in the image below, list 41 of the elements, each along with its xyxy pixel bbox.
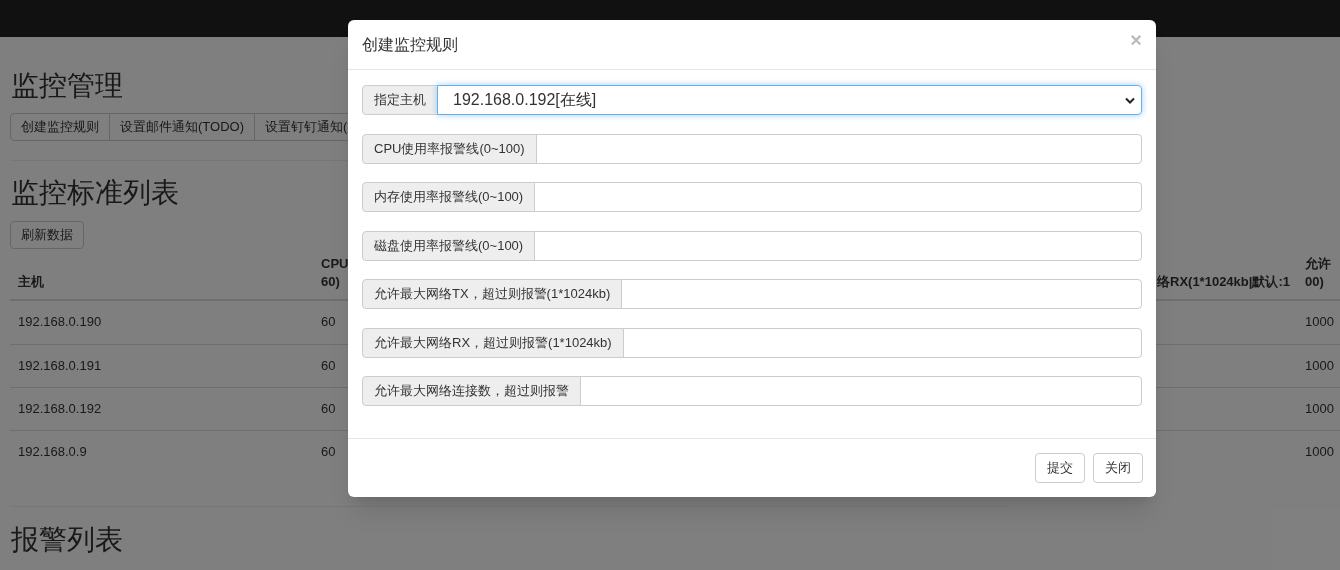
column-header: 允许 00)	[1305, 255, 1331, 291]
input-label: 磁盘使用率报警线(0~100)	[362, 230, 536, 261]
section-title: 监控管理	[10, 70, 124, 101]
table-cell: 192.168.0.192	[18, 401, 102, 416]
input-field[interactable]	[534, 230, 1142, 261]
toolbar-button[interactable]: 创建监控规则	[10, 113, 110, 141]
table-cell: 1000	[1305, 401, 1334, 416]
table-cell: 60	[321, 358, 336, 373]
input-field[interactable]	[621, 279, 1142, 309]
table-cell: 192.168.0.9	[18, 444, 87, 459]
chevron-down-icon	[1125, 96, 1135, 104]
input-label: 内存使用率报警线(0~100)	[362, 182, 536, 212]
input-label: 允许最大网络连接数，超过则报警	[362, 376, 581, 406]
table-cell: 1000	[1305, 358, 1334, 373]
input-field[interactable]	[622, 327, 1142, 358]
input-label: 允许最大网络RX，超过则报警(1*1024kb)	[362, 327, 624, 358]
toolbar-button[interactable]: 设置邮件通知(TODO)	[109, 113, 255, 141]
input-label: 指定主机	[362, 85, 438, 115]
input-field[interactable]	[580, 376, 1142, 406]
table-cell: 1000	[1305, 444, 1334, 459]
host-select[interactable]: 192.168.0.192[在线]	[437, 85, 1142, 115]
select-value: 192.168.0.192[在线]	[453, 90, 597, 110]
modal-title: 创建监控规则	[362, 34, 458, 55]
table-cell: 192.168.0.191	[18, 358, 102, 373]
input-field[interactable]	[535, 133, 1142, 164]
table-cell: 192.168.0.190	[18, 314, 102, 329]
table-cell: 60	[321, 401, 336, 416]
table-cell: 60	[321, 314, 336, 329]
column-header: 络RX(1*1024kb|默认:1	[1157, 273, 1290, 291]
input-label: CPU使用率报警线(0~100)	[362, 133, 537, 164]
section-title: 报警列表	[10, 524, 124, 555]
input-label: 允许最大网络TX，超过则报警(1*1024kb)	[362, 279, 623, 309]
footer-button[interactable]: 关闭	[1093, 453, 1143, 483]
footer-button[interactable]: 提交	[1035, 453, 1085, 483]
section-title: 监控标准列表	[10, 177, 180, 208]
table-cell: 60	[321, 444, 336, 459]
input-field[interactable]	[534, 182, 1142, 212]
column-header: CPU 60)	[321, 255, 349, 291]
column-header: 主机	[18, 273, 44, 291]
table-cell: 1000	[1305, 314, 1334, 329]
toolbar-button[interactable]: 刷新数据	[10, 221, 84, 249]
